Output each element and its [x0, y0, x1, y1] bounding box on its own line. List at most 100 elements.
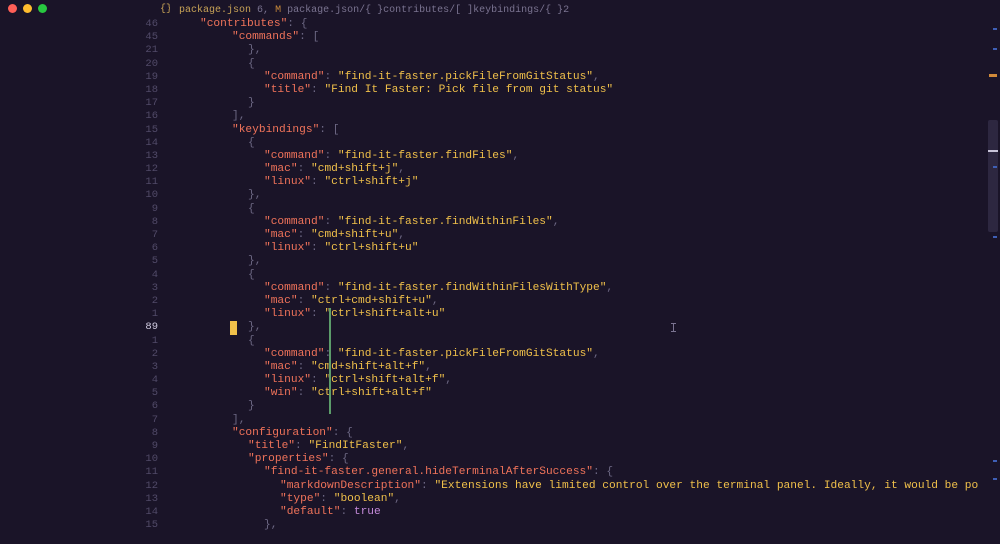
code-line[interactable]: "mac": "ctrl+cmd+shift+u", — [168, 295, 986, 308]
braces-icon: {} — [160, 3, 170, 13]
code-line[interactable]: } — [168, 97, 986, 110]
minimap[interactable] — [986, 0, 1000, 544]
code-line[interactable]: "linux": "ctrl+shift+j" — [168, 176, 986, 189]
code-line[interactable]: { — [168, 137, 986, 150]
code-line[interactable]: "mac": "cmd+shift+j", — [168, 163, 986, 176]
code-line[interactable]: { — [168, 58, 986, 71]
code-line[interactable]: { — [168, 269, 986, 282]
token: "linux" — [264, 308, 311, 320]
code-line[interactable]: "find-it-faster.general.hideTerminalAfte… — [168, 466, 986, 479]
line-number: 8 — [136, 427, 158, 440]
token: "command" — [264, 150, 324, 162]
token: }, — [248, 255, 261, 267]
token: "find-it-faster.general.hideTerminalAfte… — [264, 466, 593, 478]
token: { — [248, 137, 255, 149]
code-line[interactable]: "markdownDescription": "Extensions have … — [168, 480, 986, 493]
minimap-viewport-thumb[interactable] — [988, 120, 998, 232]
code-line[interactable]: ], — [168, 110, 986, 123]
token: : — [311, 242, 324, 254]
minimap-blip — [993, 28, 997, 30]
token: ], — [232, 414, 245, 426]
token: "find-it-faster.findWithinFilesWithType" — [338, 282, 607, 294]
code-line[interactable]: "type": "boolean", — [168, 493, 986, 506]
token: : — [298, 163, 311, 175]
breadcrumb-dirty-file: package.json — [287, 5, 359, 16]
token: "properties" — [248, 453, 329, 465]
code-line[interactable]: "title": "Find It Faster: Pick file from… — [168, 84, 986, 97]
token: , — [398, 229, 405, 241]
code-line[interactable]: { — [168, 335, 986, 348]
breadcrumb-path: /{ }contributes/[ ]keybindings/{ }2 — [359, 5, 569, 16]
line-number: 3 — [136, 361, 158, 374]
token: , — [593, 348, 600, 360]
token: "find-it-faster.pickFileFromGitStatus" — [338, 71, 593, 83]
token: "commands" — [232, 31, 299, 43]
code-line[interactable]: }, — [168, 255, 986, 268]
code-line[interactable]: }, — [168, 519, 986, 532]
token: "linux" — [264, 242, 311, 254]
code-line[interactable]: "linux": "ctrl+shift+alt+f", — [168, 374, 986, 387]
code-line[interactable]: ], — [168, 414, 986, 427]
line-number-gutter[interactable]: 4645212019181716151413121110987654321891… — [136, 18, 158, 532]
token: "ctrl+shift+u" — [324, 242, 418, 254]
window-controls — [8, 4, 47, 13]
code-line[interactable]: "command": "find-it-faster.pickFileFromG… — [168, 348, 986, 361]
line-number: 89 — [136, 321, 158, 334]
token: : — [593, 466, 606, 478]
token: : — [421, 480, 434, 492]
token: { — [248, 335, 255, 347]
line-number: 4 — [136, 269, 158, 282]
code-line[interactable]: "properties": { — [168, 453, 986, 466]
code-line[interactable]: }, — [168, 321, 986, 334]
code-line[interactable]: }, — [168, 189, 986, 202]
minimap-cursor-mark — [988, 150, 998, 152]
token: "ctrl+shift+j" — [324, 176, 418, 188]
token: "mac" — [264, 163, 298, 175]
code-line[interactable]: "configuration": { — [168, 427, 986, 440]
code-line[interactable]: "linux": "ctrl+shift+u" — [168, 242, 986, 255]
token: : — [319, 124, 332, 136]
code-line[interactable]: "command": "find-it-faster.findWithinFil… — [168, 282, 986, 295]
token: "find-it-faster.pickFileFromGitStatus" — [338, 348, 593, 360]
line-number: 11 — [136, 176, 158, 189]
token: : — [333, 427, 346, 439]
code-line[interactable]: { — [168, 203, 986, 216]
code-line[interactable]: "win": "ctrl+shift+alt+f" — [168, 387, 986, 400]
code-line[interactable]: "mac": "cmd+shift+u", — [168, 229, 986, 242]
zoom-window-button[interactable] — [38, 4, 47, 13]
code-line[interactable]: "command": "find-it-faster.pickFileFromG… — [168, 71, 986, 84]
token: , — [512, 150, 519, 162]
token: : — [329, 453, 342, 465]
code-line[interactable]: "contributes": { — [168, 18, 986, 31]
code-line[interactable]: "linux": "ctrl+shift+alt+u" — [168, 308, 986, 321]
line-number: 19 — [136, 71, 158, 84]
code-line[interactable]: } — [168, 400, 986, 413]
code-line[interactable]: "default": true — [168, 506, 986, 519]
code-line[interactable]: "command": "find-it-faster.findWithinFil… — [168, 216, 986, 229]
code-line[interactable]: }, — [168, 44, 986, 57]
token: "linux" — [264, 176, 311, 188]
line-number: 10 — [136, 453, 158, 466]
code-line[interactable]: "keybindings": [ — [168, 124, 986, 137]
token: } — [248, 97, 255, 109]
token: { — [346, 427, 353, 439]
token: "linux" — [264, 374, 311, 386]
code-line[interactable]: "command": "find-it-faster.findFiles", — [168, 150, 986, 163]
svg-text:{}: {} — [160, 3, 170, 13]
code-line[interactable]: "mac": "cmd+shift+alt+f", — [168, 361, 986, 374]
code-line[interactable]: "commands": [ — [168, 31, 986, 44]
code-editor[interactable]: "contributes": {"commands": [},{"command… — [168, 18, 986, 532]
token: : — [311, 308, 324, 320]
line-number: 1 — [136, 335, 158, 348]
minimize-window-button[interactable] — [23, 4, 32, 13]
line-number: 17 — [136, 97, 158, 110]
token: [ — [313, 31, 320, 43]
code-line[interactable]: "title": "FindItFaster", — [168, 440, 986, 453]
token: , — [398, 163, 405, 175]
token: { — [342, 453, 349, 465]
breadcrumb[interactable]: {} package.json 6, M package.json/{ }con… — [160, 3, 569, 17]
close-window-button[interactable] — [8, 4, 17, 13]
line-number: 15 — [136, 519, 158, 532]
line-number: 9 — [136, 203, 158, 216]
token: : — [298, 229, 311, 241]
